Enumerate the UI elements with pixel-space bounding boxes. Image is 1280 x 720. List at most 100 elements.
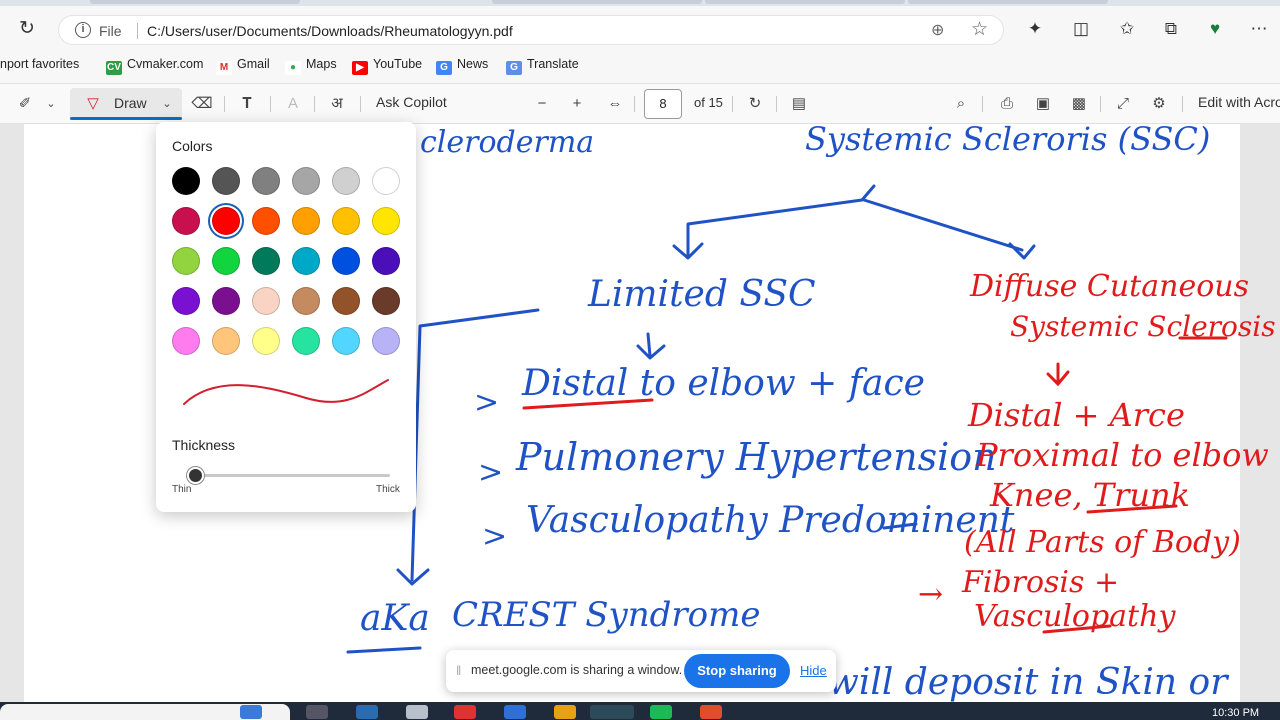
fit-width-icon[interactable]: ⇔: [604, 93, 626, 115]
browser-essentials-icon[interactable]: ♥: [1202, 16, 1228, 42]
chevron-down-icon[interactable]: ⌄: [40, 93, 62, 115]
more-icon[interactable]: ⋯: [1246, 16, 1272, 42]
fullscreen-icon[interactable]: ⤢: [1112, 93, 1134, 115]
stop-sharing-button[interactable]: Stop sharing: [684, 654, 790, 688]
file-explorer-icon[interactable]: [554, 705, 576, 719]
color-swatch[interactable]: [212, 207, 240, 235]
color-swatch[interactable]: [332, 167, 360, 195]
refresh-icon[interactable]: ↻: [16, 18, 38, 40]
favorite-star-icon[interactable]: ☆: [971, 18, 988, 41]
read-aloud-icon[interactable]: A: [282, 93, 304, 115]
task-view-icon[interactable]: [306, 705, 328, 719]
bookmark-cvmaker[interactable]: CV Cvmaker.com: [106, 57, 203, 75]
color-swatch[interactable]: [212, 247, 240, 275]
color-swatch[interactable]: [292, 207, 320, 235]
save-as-icon[interactable]: ▩: [1068, 93, 1090, 115]
url-text[interactable]: C:/Users/user/Documents/Downloads/Rheuma…: [147, 23, 513, 39]
info-icon[interactable]: i: [75, 22, 91, 38]
color-swatch[interactable]: [332, 287, 360, 315]
bookmark-import-favorites[interactable]: nport favorites: [0, 57, 79, 71]
thickness-min-label: Thin: [172, 484, 192, 495]
color-swatch[interactable]: [372, 327, 400, 355]
stroke-preview: [183, 379, 389, 405]
bookmark-news[interactable]: G News: [436, 57, 488, 75]
split-screen-icon[interactable]: ◫: [1068, 16, 1094, 42]
app-icon[interactable]: [406, 705, 428, 719]
bookmark-translate[interactable]: G Translate: [506, 57, 579, 75]
color-swatch[interactable]: [252, 207, 280, 235]
color-swatch[interactable]: [172, 167, 200, 195]
color-swatch[interactable]: [372, 207, 400, 235]
tab[interactable]: [90, 0, 300, 4]
edge-icon[interactable]: [590, 705, 634, 719]
draw-button[interactable]: ▽ Draw ⌄: [70, 88, 182, 120]
color-swatch[interactable]: [292, 287, 320, 315]
drag-handle-icon[interactable]: ‖: [456, 663, 461, 678]
color-swatch[interactable]: [212, 167, 240, 195]
tab[interactable]: [705, 0, 905, 4]
rotate-icon[interactable]: ↻: [744, 93, 766, 115]
zoom-icon[interactable]: ⊕: [931, 20, 944, 40]
hide-link[interactable]: Hide: [800, 663, 827, 678]
address-bar[interactable]: i File C:/Users/user/Documents/Downloads…: [58, 15, 1004, 45]
color-swatch[interactable]: [252, 167, 280, 195]
color-swatch[interactable]: [292, 167, 320, 195]
color-swatch[interactable]: [252, 327, 280, 355]
color-swatch[interactable]: [252, 247, 280, 275]
color-swatch[interactable]: [212, 287, 240, 315]
app-icon[interactable]: [240, 705, 262, 719]
color-swatch[interactable]: [212, 327, 240, 355]
print-icon[interactable]: ⎙: [996, 93, 1018, 115]
color-swatch[interactable]: [372, 247, 400, 275]
ask-copilot-button[interactable]: Ask Copilot: [376, 94, 447, 110]
bookmark-youtube[interactable]: ▶ YouTube: [352, 57, 422, 75]
save-icon[interactable]: ▣: [1032, 93, 1054, 115]
color-swatch[interactable]: [252, 287, 280, 315]
color-swatch[interactable]: [172, 287, 200, 315]
eraser-icon[interactable]: ⌫: [191, 93, 213, 115]
bookmark-label: Translate: [527, 57, 579, 71]
app-icon[interactable]: [356, 705, 378, 719]
thickness-slider-track[interactable]: [190, 474, 390, 477]
thickness-slider-thumb[interactable]: [187, 467, 204, 484]
bookmark-gmail[interactable]: M Gmail: [216, 57, 270, 75]
zoom-out-icon[interactable]: −: [531, 93, 553, 115]
color-swatch[interactable]: [172, 207, 200, 235]
app-icon[interactable]: [454, 705, 476, 719]
bookmark-maps[interactable]: ● Maps: [285, 57, 337, 75]
cv-icon: CV: [106, 61, 122, 75]
color-swatch[interactable]: [372, 167, 400, 195]
color-swatch[interactable]: [332, 247, 360, 275]
highlight-icon[interactable]: ✐: [14, 93, 36, 115]
app-icon[interactable]: [504, 705, 526, 719]
color-swatch[interactable]: [372, 287, 400, 315]
text-box-icon[interactable]: 𝐓: [236, 93, 258, 115]
translate-icon[interactable]: अ: [326, 93, 348, 115]
color-swatch[interactable]: [172, 327, 200, 355]
youtube-icon: ▶: [352, 61, 368, 75]
app-icon[interactable]: [650, 705, 672, 719]
color-swatch[interactable]: [292, 247, 320, 275]
tab[interactable]: [492, 0, 702, 4]
page-number-input[interactable]: 8: [644, 89, 682, 119]
edit-with-acrobat-button[interactable]: Edit with Acro: [1198, 94, 1280, 110]
color-swatch[interactable]: [172, 247, 200, 275]
collections-icon[interactable]: ⧉: [1158, 16, 1184, 42]
zoom-in-icon[interactable]: +: [566, 93, 588, 115]
color-swatch[interactable]: [332, 207, 360, 235]
chrome-icon[interactable]: [700, 705, 722, 719]
divider: [1182, 96, 1183, 112]
search-icon[interactable]: ⌕: [950, 93, 972, 115]
bookmark-label: News: [457, 57, 489, 71]
color-swatch[interactable]: [332, 327, 360, 355]
favorites-icon[interactable]: ✩: [1114, 16, 1140, 42]
active-underline: [70, 117, 182, 120]
extensions-icon[interactable]: ✦: [1022, 16, 1048, 42]
chevron-down-icon[interactable]: ⌄: [156, 93, 178, 115]
settings-icon[interactable]: ⚙: [1148, 93, 1170, 115]
thickness-max-label: Thick: [376, 484, 400, 495]
page-view-icon[interactable]: ▤: [788, 93, 810, 115]
color-swatch[interactable]: [292, 327, 320, 355]
scheme-label: File: [99, 23, 122, 39]
tab[interactable]: [908, 0, 1108, 4]
